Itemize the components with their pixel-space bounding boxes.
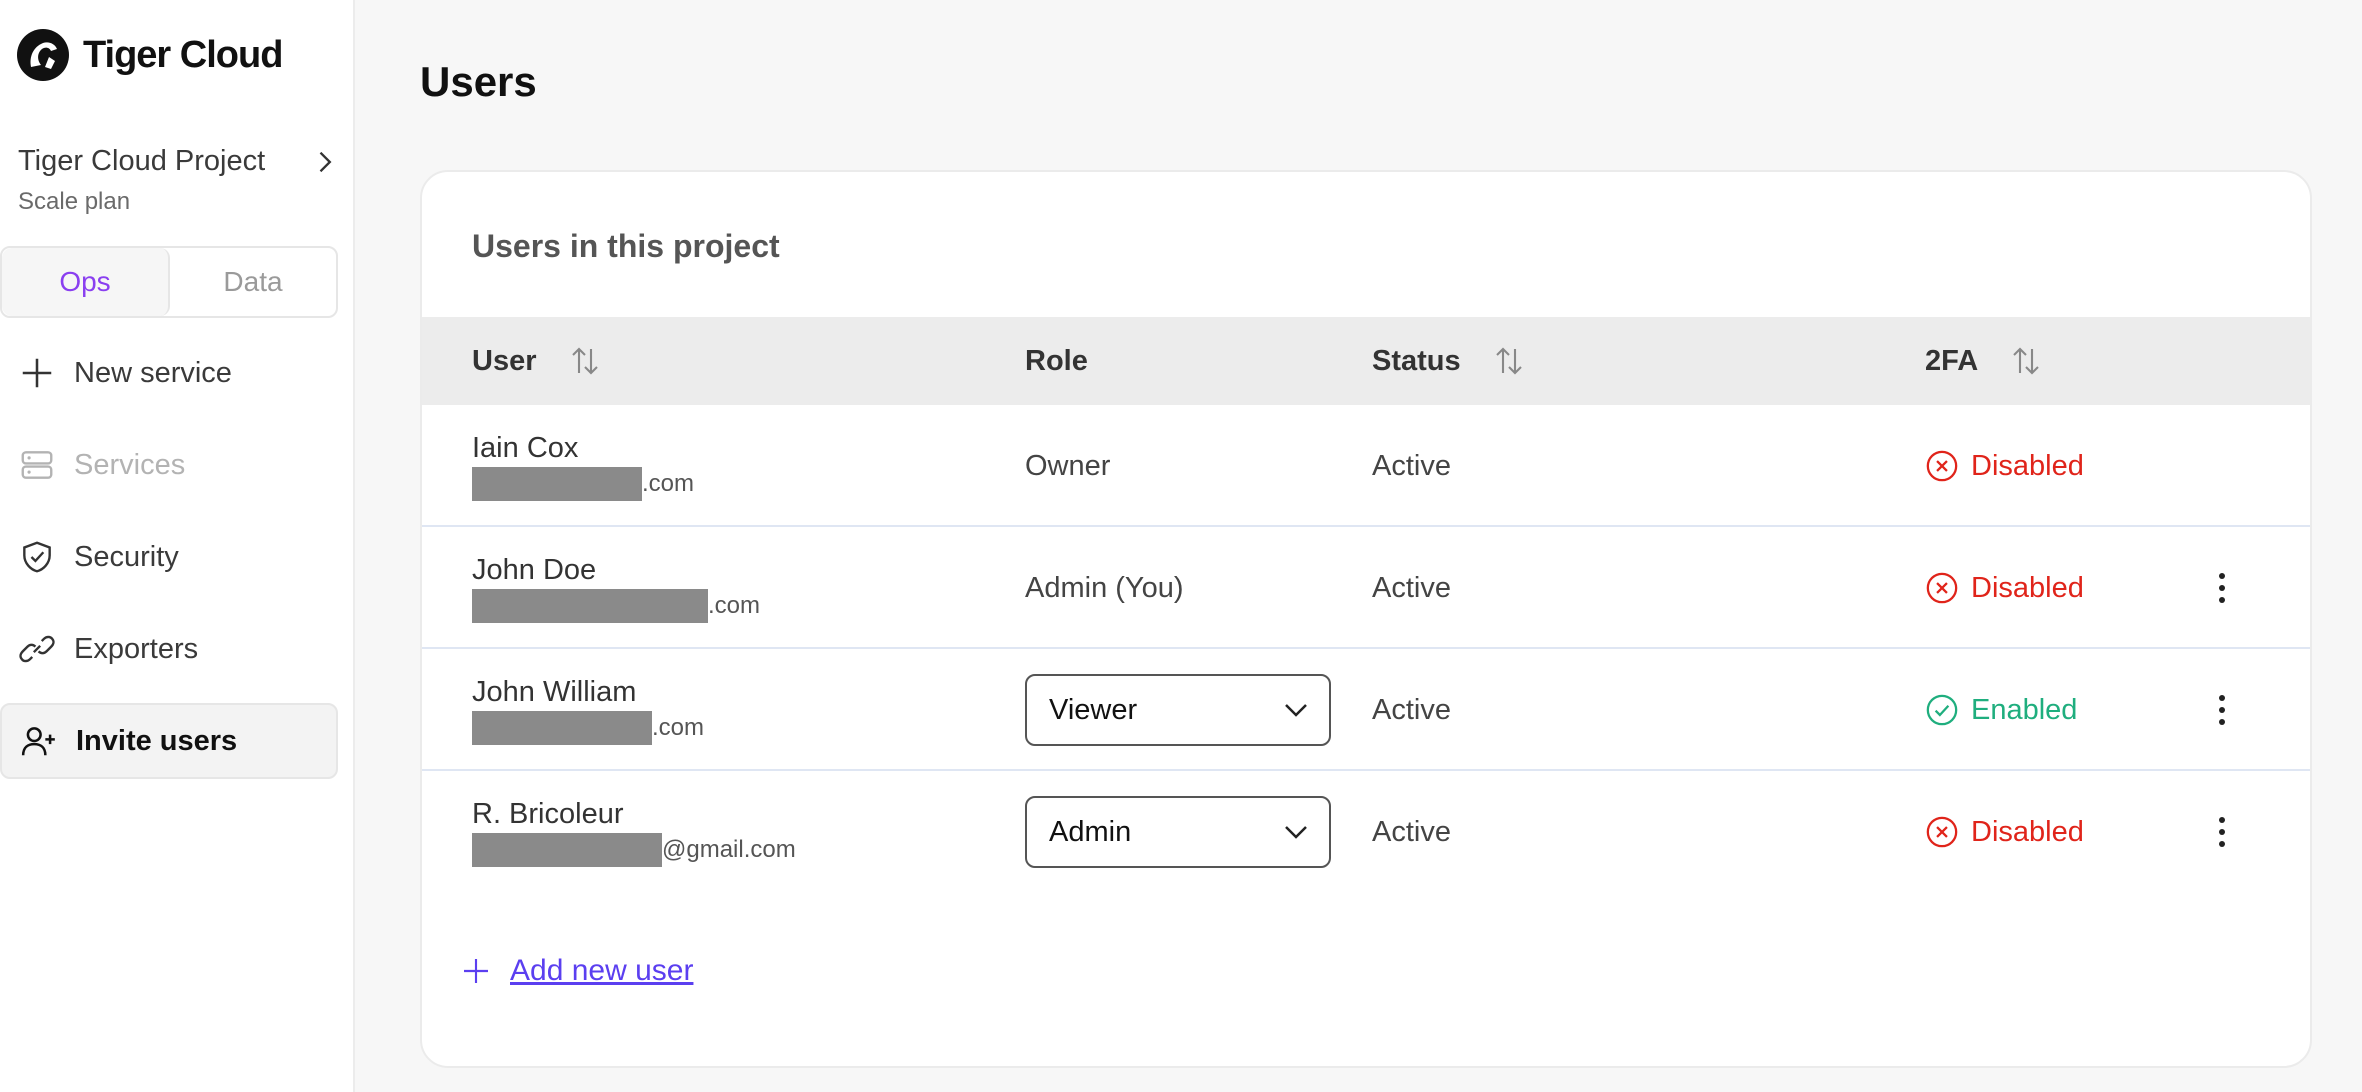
sidebar-item-label: Security <box>74 540 179 573</box>
status-text: Active <box>1372 693 1451 726</box>
link-icon <box>19 635 55 663</box>
project-name: Tiger Cloud Project <box>18 145 266 177</box>
user-email: @gmail.com <box>472 832 796 867</box>
sidebar-item-invite-users[interactable]: Invite users <box>0 703 338 779</box>
status-text: Active <box>1372 815 1451 848</box>
x-circle-icon <box>1926 572 1958 604</box>
table-row: R. Bricoleur @gmail.com Admin Active Dis… <box>422 771 2310 893</box>
brand-name: Tiger Cloud <box>83 33 283 76</box>
mode-tabs: Ops Data <box>0 246 338 318</box>
users-card: Users in this project User Role Status 2… <box>420 170 2312 1068</box>
user-name: R. Bricoleur <box>472 797 624 830</box>
user-cell: John William .com <box>472 649 704 771</box>
status-text: Active <box>1372 571 1451 604</box>
plus-icon <box>22 358 52 388</box>
sidebar-item-exporters[interactable]: Exporters <box>0 611 338 687</box>
chevron-right-icon <box>319 151 332 172</box>
twofa-status: Disabled <box>1925 405 2084 527</box>
twofa-status: Enabled <box>1925 649 2077 771</box>
chevron-down-icon <box>1285 704 1307 717</box>
user-name: John Doe <box>472 553 597 586</box>
role-cell: Viewer <box>1025 649 1331 771</box>
project-plan: Scale plan <box>18 188 131 215</box>
x-circle-icon <box>1926 816 1958 848</box>
tiger-logo-icon <box>17 29 69 81</box>
table-row: John William .com Viewer Active Enabled <box>422 649 2310 771</box>
user-email: .com <box>472 710 704 745</box>
redacted-block <box>472 832 662 867</box>
sort-icon <box>571 347 598 375</box>
plus-icon <box>464 959 488 983</box>
sidebar-item-services[interactable]: Services <box>0 427 338 503</box>
more-options-icon[interactable] <box>2204 692 2240 728</box>
role-cell: Admin <box>1025 771 1331 893</box>
sidebar-item-label: New service <box>74 356 232 389</box>
user-plus-icon <box>21 727 55 756</box>
status-text: Active <box>1372 449 1451 482</box>
table-row: Iain Cox .com Owner Active Disabled <box>422 405 2310 527</box>
user-name: Iain Cox <box>472 431 579 464</box>
table-row: John Doe .com Admin (You) Active Disable… <box>422 527 2310 649</box>
column-header-role: Role <box>1025 344 1088 377</box>
redacted-block <box>472 588 708 623</box>
brand-logo[interactable]: Tiger Cloud <box>15 27 283 83</box>
sidebar: Tiger Cloud Tiger Cloud Project Scale pl… <box>0 0 355 1092</box>
sidebar-nav: New service Services Security Exporters … <box>0 335 338 795</box>
user-email: .com <box>472 588 760 623</box>
user-cell: R. Bricoleur @gmail.com <box>472 771 796 893</box>
sidebar-item-label: Invite users <box>76 724 238 757</box>
user-email: .com <box>472 466 694 501</box>
twofa-status: Disabled <box>1925 527 2084 649</box>
x-circle-icon <box>1926 450 1958 482</box>
column-header-2fa[interactable]: 2FA <box>1925 317 2044 405</box>
server-icon <box>21 451 53 479</box>
role-text: Admin (You) <box>1025 571 1184 604</box>
project-switcher[interactable]: Tiger Cloud Project Scale plan <box>18 145 338 216</box>
role-text: Owner <box>1025 449 1111 482</box>
sidebar-item-label: Exporters <box>74 632 199 665</box>
add-new-user-link[interactable]: Add new user <box>510 954 693 988</box>
column-header-status[interactable]: Status <box>1372 317 1527 405</box>
chevron-down-icon <box>1285 826 1307 839</box>
redacted-block <box>472 710 652 745</box>
user-name: John William <box>472 675 637 708</box>
role-select[interactable]: Viewer <box>1025 674 1331 746</box>
check-circle-icon <box>1926 694 1958 726</box>
tab-data[interactable]: Data <box>170 248 336 316</box>
sidebar-item-label: Services <box>74 448 186 481</box>
more-options-icon[interactable] <box>2204 814 2240 850</box>
page-title: Users <box>420 58 537 105</box>
table-header: User Role Status 2FA <box>422 317 2310 405</box>
card-title: Users in this project <box>472 228 780 264</box>
tab-ops[interactable]: Ops <box>2 248 170 316</box>
user-cell: Iain Cox .com <box>472 405 694 527</box>
column-header-user[interactable]: User <box>472 317 603 405</box>
user-cell: John Doe .com <box>472 527 760 649</box>
sidebar-item-new-service[interactable]: New service <box>0 335 338 411</box>
redacted-block <box>472 466 642 501</box>
sort-icon <box>2013 347 2039 375</box>
sidebar-item-security[interactable]: Security <box>0 519 338 595</box>
role-select[interactable]: Admin <box>1025 796 1331 868</box>
sort-icon <box>1495 347 1522 375</box>
add-new-user-button[interactable]: Add new user <box>460 954 693 988</box>
shield-check-icon <box>23 541 51 573</box>
more-options-icon[interactable] <box>2204 570 2240 606</box>
twofa-status: Disabled <box>1925 771 2084 893</box>
